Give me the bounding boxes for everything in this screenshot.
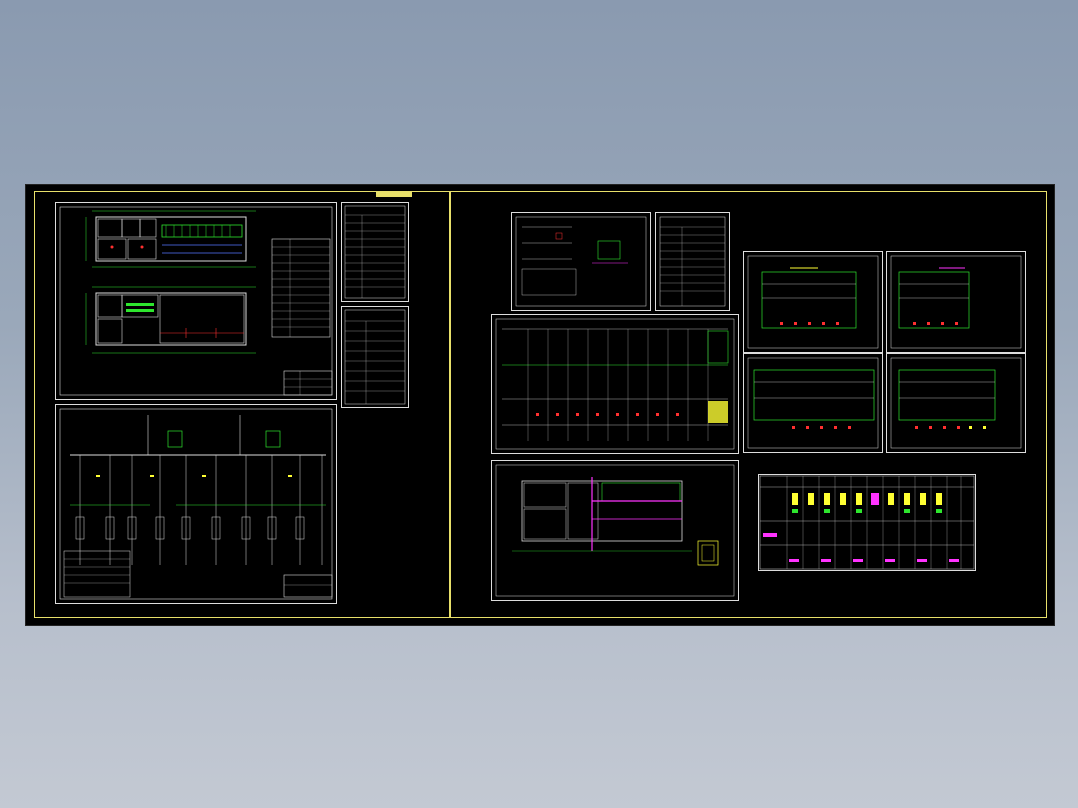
panel-grid-1[interactable] [743, 251, 883, 353]
panel-grid-2-drawing [890, 255, 1022, 349]
schematic-drawing [59, 408, 333, 600]
drawing-canvas[interactable] [25, 184, 1055, 626]
switchgear-table-panel[interactable] [491, 314, 739, 454]
small-table-panel[interactable] [655, 212, 730, 311]
small-plan-panel[interactable] [511, 212, 651, 311]
small-plan-drawing [515, 216, 647, 307]
spec-sheet-title-mark [376, 191, 412, 197]
panel-grid-3-drawing [747, 357, 879, 449]
building-plan-panel[interactable] [491, 460, 739, 601]
panel-grid-3[interactable] [743, 353, 883, 453]
floor-plan-drawing [59, 206, 333, 396]
panel-grid-2[interactable] [886, 251, 1026, 353]
spec-table-drawing [344, 205, 406, 299]
spec-sheet-bottom[interactable] [341, 306, 409, 408]
panel-grid-1-drawing [747, 255, 879, 349]
panel-grid-4[interactable] [886, 353, 1026, 453]
floor-plan-panel[interactable] [55, 202, 337, 400]
switchgear-table-drawing [495, 318, 735, 450]
building-plan-drawing [495, 464, 735, 597]
panel-grid-4-drawing [890, 357, 1022, 449]
colored-schedule-drawing [759, 475, 975, 570]
small-table-drawing [659, 216, 726, 307]
colored-schedule-panel[interactable] [758, 474, 976, 571]
spec-sheet-top[interactable] [341, 202, 409, 302]
spec-table-drawing-2 [344, 309, 406, 405]
schematic-panel[interactable] [55, 404, 337, 604]
